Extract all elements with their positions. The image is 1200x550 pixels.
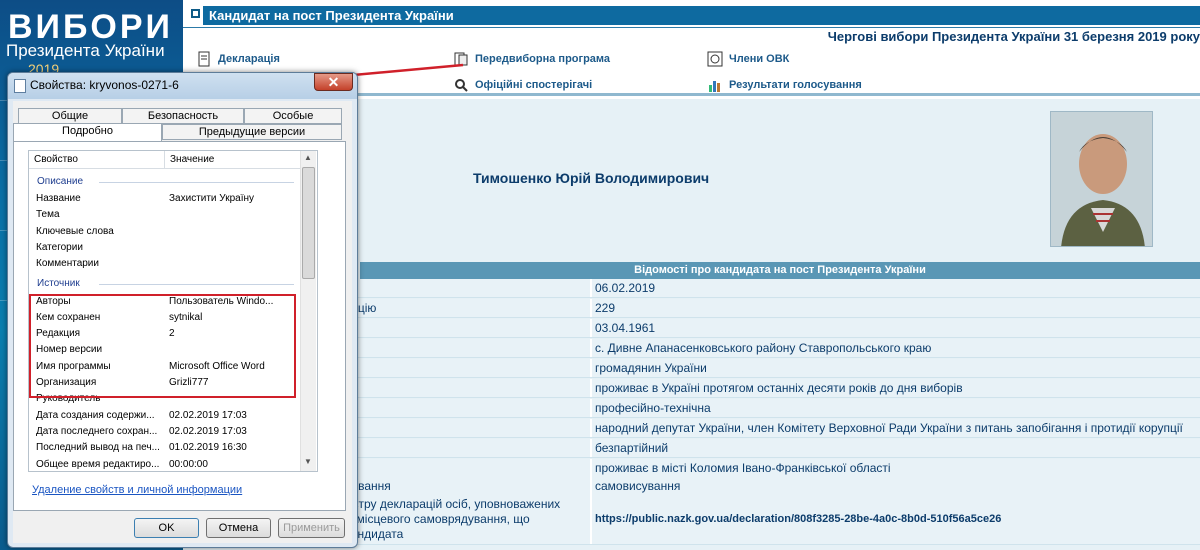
- candidate-name: Тимошенко Юрій Володимирович: [473, 170, 710, 186]
- column-divider: [590, 419, 592, 437]
- column-divider: [590, 319, 592, 337]
- nav-program[interactable]: Передвиборна програма: [453, 51, 610, 67]
- row-value: проживає в місті Коломия Івано-Франківсь…: [595, 461, 891, 475]
- nav-observers[interactable]: Офіційні спостерігачі: [453, 77, 592, 93]
- property-key: Последний вывод на печ...: [36, 442, 160, 454]
- nav-label: Члени ОВК: [729, 53, 790, 65]
- property-row[interactable]: Общее время редактиро... 00:00:00: [29, 457, 299, 472]
- row-value: 06.02.2019: [595, 281, 656, 295]
- property-row[interactable]: Категории: [29, 240, 299, 256]
- row-label: реєстру декларацій осіб, уповноважених а…: [333, 497, 593, 542]
- row-value: с. Дивне Апанасенковського району Ставро…: [595, 341, 932, 355]
- cancel-button[interactable]: Отмена: [206, 518, 271, 538]
- property-value: Захистити Україну: [169, 193, 254, 204]
- property-key: Ключевые слова: [36, 225, 114, 237]
- election-title: Чергові вибори Президента України 31 бер…: [183, 28, 1200, 46]
- declaration-link[interactable]: https://public.nazk.gov.ua/declaration/8…: [595, 510, 1001, 529]
- label-line: реєстру декларацій осіб, уповноважених: [333, 497, 561, 511]
- scroll-down-icon[interactable]: ▼: [304, 457, 312, 466]
- close-button[interactable]: ✕: [314, 73, 353, 91]
- row-label: ацію: [333, 279, 593, 298]
- property-row[interactable]: Дата последнего сохран... 02.02.2019 17:0…: [29, 424, 299, 440]
- property-key: Комментарии: [36, 258, 99, 270]
- row-value: самовисування: [595, 479, 681, 493]
- property-group-header: Описание: [37, 176, 84, 187]
- property-value: 01.02.2019 16:30: [169, 442, 247, 454]
- property-key: Дата последнего сохран...: [36, 425, 158, 437]
- column-divider: [590, 339, 592, 357]
- property-row[interactable]: Дата создания содержи... 02.02.2019 17:03: [29, 408, 299, 424]
- column-divider: [590, 439, 592, 457]
- tab-details[interactable]: Подробно: [13, 123, 162, 141]
- section-header: Відомості про кандидата на пост Президен…: [360, 262, 1200, 279]
- label-line: або місцевого самоврядування, що: [333, 512, 530, 526]
- remove-properties-link[interactable]: Удаление свойств и личной информации: [32, 484, 242, 496]
- nav-label: Передвиборна програма: [475, 53, 611, 65]
- row-value: 229: [595, 301, 616, 315]
- scroll-up-icon[interactable]: ▲: [304, 153, 312, 162]
- tab-general[interactable]: Общие: [18, 108, 122, 124]
- property-value: 00:00:00: [169, 458, 208, 470]
- vertical-scrollbar[interactable]: ▲ ▼: [300, 151, 316, 471]
- property-row[interactable]: Ключевые слова: [29, 224, 299, 240]
- highlight-box: [29, 294, 296, 398]
- magnifier-icon: [455, 79, 468, 92]
- page-title: Кандидат на пост Президента України: [203, 6, 1200, 25]
- program-icon: [454, 52, 468, 66]
- nav-members[interactable]: Члени ОВК: [707, 51, 789, 67]
- row-value: громадянин України: [595, 361, 707, 375]
- ok-button[interactable]: OK: [134, 518, 199, 538]
- column-divider: [590, 379, 592, 397]
- property-row[interactable]: Комментарии: [29, 256, 299, 272]
- word-doc-icon: [14, 79, 26, 93]
- nav-label: Результати голосування: [729, 79, 862, 91]
- row-label: страцію: [333, 299, 593, 318]
- property-key: Категории: [36, 241, 83, 253]
- property-row[interactable]: Тема: [29, 207, 299, 223]
- row-label: висування: [333, 479, 391, 493]
- dialog-titlebar[interactable]: Свойства: kryvonos-0271-6 ✕: [8, 73, 357, 99]
- portrait-image: [1051, 112, 1152, 246]
- nav-label: Офіційні спостерігачі: [475, 79, 593, 91]
- property-key: Дата создания содержи...: [36, 409, 155, 421]
- property-key: Название: [36, 193, 81, 204]
- members-icon: [707, 51, 723, 67]
- group-divider: [99, 182, 294, 183]
- banner-subtitle: Президента України: [6, 41, 165, 60]
- bar-chart-icon: [709, 81, 720, 92]
- row-value: безпартійний: [595, 441, 669, 455]
- property-group-header: Источник: [37, 277, 80, 289]
- tab-previous-versions[interactable]: Предыдущие версии: [162, 124, 342, 140]
- scroll-thumb[interactable]: [302, 167, 315, 279]
- property-key: Общее время редактиро...: [36, 458, 160, 470]
- nav-declaration[interactable]: Декларація: [196, 51, 280, 67]
- column-header-value[interactable]: Значение: [165, 151, 301, 169]
- property-value: 02.02.2019 17:03: [169, 425, 247, 437]
- property-key: Тема: [36, 209, 60, 221]
- column-divider: [590, 359, 592, 377]
- dialog-title: Свойства: kryvonos-0271-6: [30, 78, 179, 92]
- column-divider: [590, 399, 592, 417]
- nav-label: Декларація: [218, 53, 280, 65]
- nav-results[interactable]: Результати голосування: [707, 77, 862, 93]
- square-icon: [191, 9, 200, 18]
- candidate-photo: [1050, 111, 1153, 247]
- property-value: 02.02.2019 17:03: [169, 409, 247, 421]
- column-divider: [590, 459, 592, 477]
- document-icon: [198, 51, 210, 67]
- row-value: проживає в Україні протягом останніх дес…: [595, 381, 963, 395]
- row-value: народний депутат України, член Комітету …: [595, 421, 1183, 435]
- tab-security[interactable]: Безопасность: [122, 108, 244, 124]
- property-row[interactable]: Название Захистити Україну: [29, 191, 299, 207]
- row-value: професійно-технічна: [595, 401, 711, 415]
- column-header-property[interactable]: Свойство: [29, 151, 165, 169]
- row-value: 03.04.1961: [595, 321, 656, 335]
- label-line: ю кандидата: [333, 527, 404, 541]
- property-row[interactable]: Последний вывод на печ... 01.02.2019 16:3…: [29, 440, 299, 456]
- apply-button[interactable]: Применить: [278, 518, 345, 538]
- group-divider: [99, 283, 294, 285]
- tab-custom[interactable]: Особые: [244, 108, 342, 124]
